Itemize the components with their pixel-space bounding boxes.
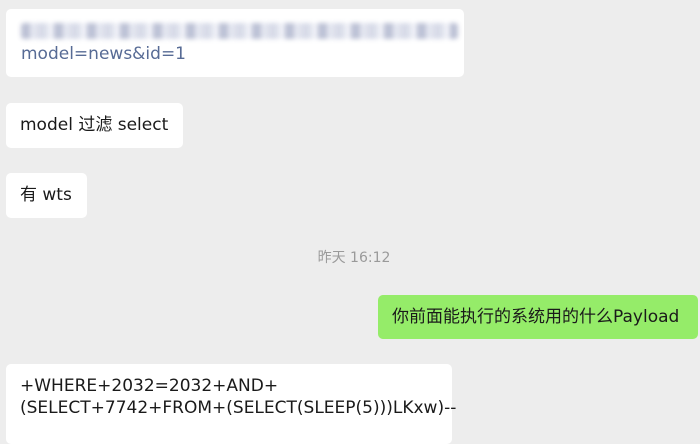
message-bubble-incoming[interactable]: +WHERE+2032=2032+AND+ (SELECT+7742+FROM+… — [6, 364, 457, 444]
message-link[interactable]: model=news&id=1 — [21, 43, 186, 65]
message-text-line: +WHERE+2032=2032+AND+ — [20, 376, 279, 396]
message-bubble-incoming[interactable]: 有 wts — [6, 173, 87, 218]
message-text-line: (SELECT+7742+FROM+(SELECT(SLEEP(5)))LKxw… — [20, 398, 457, 418]
message-timestamp: 昨天 16:12 — [317, 250, 391, 266]
chat-view: { "messages": [ {"side": "incoming", "ob… — [0, 0, 700, 444]
message-text: model 过滤 select — [20, 115, 169, 135]
message-text: 有 wts — [20, 185, 72, 205]
message-bubble-outgoing[interactable]: 你前面能执行的系统用的什么Payload — [378, 295, 698, 339]
message-text: 你前面能执行的系统用的什么Payload — [392, 307, 680, 327]
message-bubble-incoming[interactable]: model 过滤 select — [6, 103, 183, 148]
blurred-text — [21, 23, 458, 39]
message-bubble-incoming[interactable]: model=news&id=1 — [6, 9, 464, 77]
